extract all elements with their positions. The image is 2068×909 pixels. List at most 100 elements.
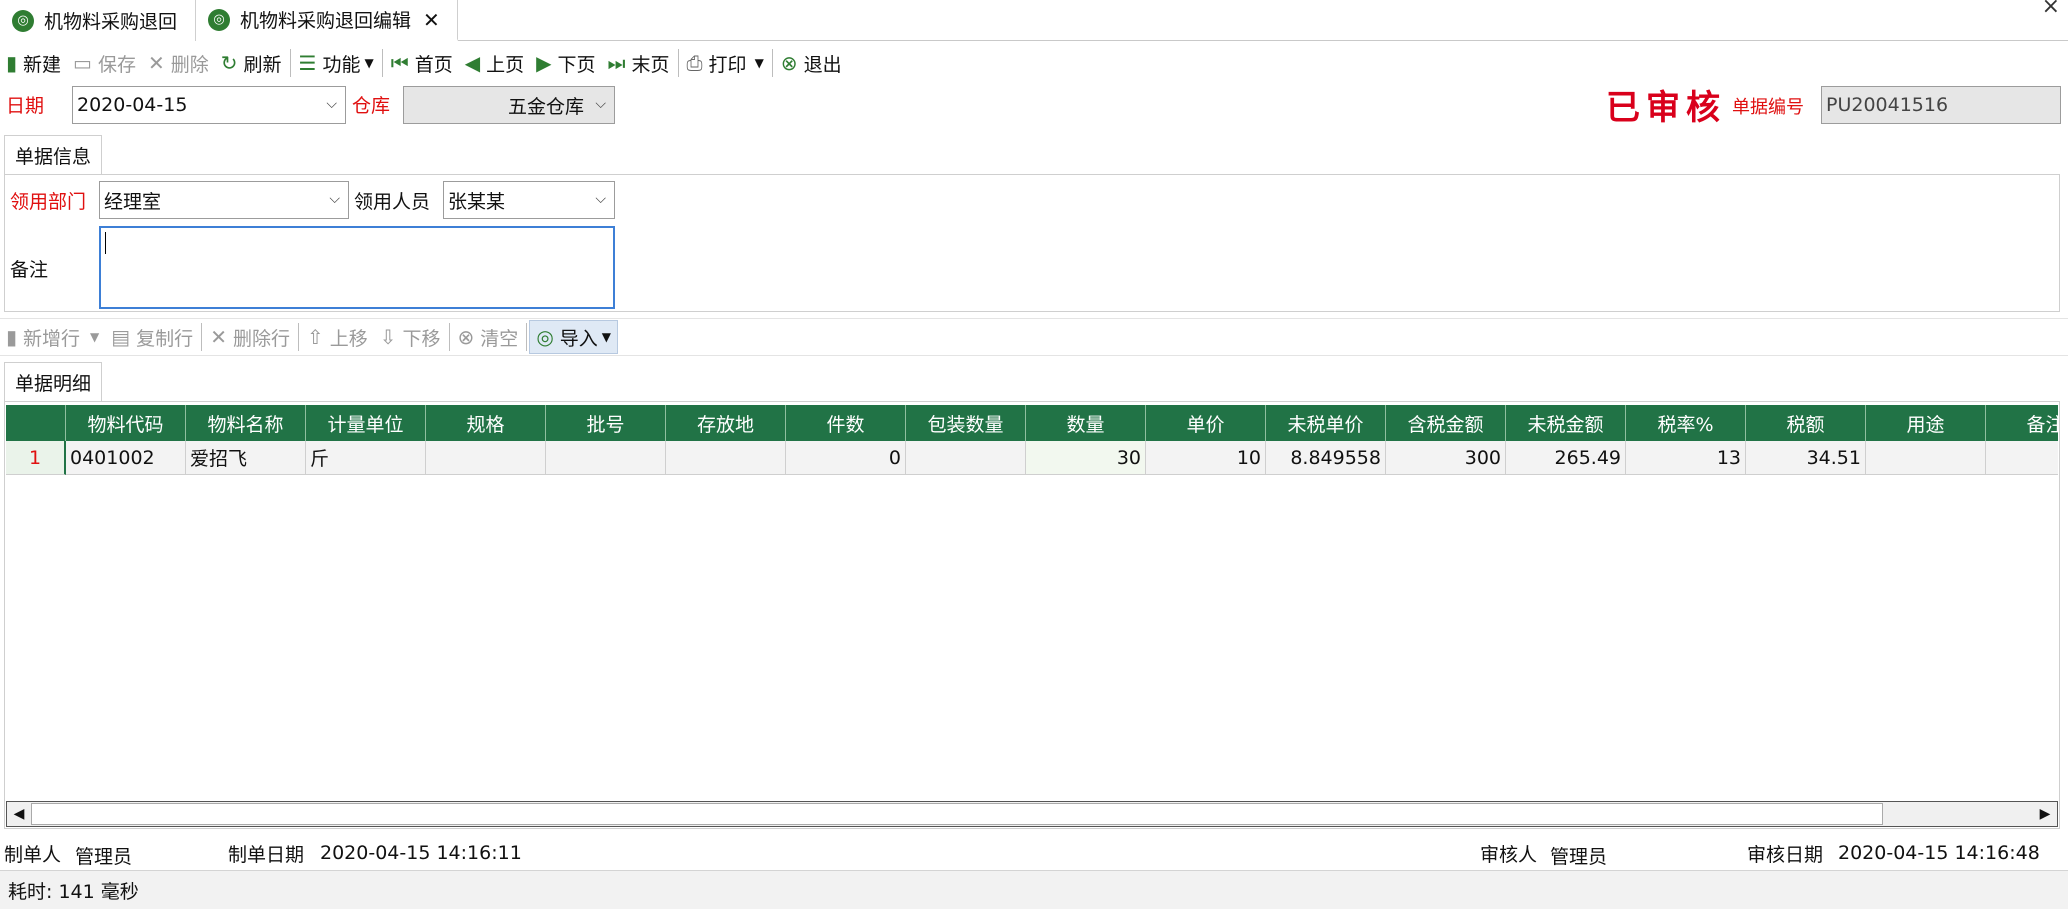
column-header[interactable]: 用途 (1866, 405, 1986, 441)
tab-doc-detail[interactable]: 单据明细 (4, 362, 102, 402)
add-row-icon: ▮ (6, 325, 18, 349)
column-header[interactable]: 未税单价 (1266, 405, 1386, 441)
column-header[interactable]: 件数 (786, 405, 906, 441)
person-select[interactable]: 张某某 ⌵ (443, 181, 615, 219)
toolbar-separator (201, 323, 203, 351)
move-down-label: 下移 (402, 327, 441, 350)
grid-toolbar: ▮ 新增行 ▼ ▤ 复制行 ✕ 删除行 ⇧ 上移 ⇩ 下移 ⊗ 清空 ◎ 导入 ▼ (0, 318, 2068, 356)
table-cell[interactable]: 34.51 (1746, 441, 1866, 475)
move-down-button[interactable]: ⇩ 下移 (374, 319, 447, 355)
column-header[interactable]: 数量 (1026, 405, 1146, 441)
column-header[interactable]: 批号 (546, 405, 666, 441)
new-button[interactable]: ▮ 新建 (0, 45, 67, 81)
dropdown-arrow-icon: ▼ (754, 56, 764, 70)
table-cell[interactable]: 0401002 (66, 441, 186, 475)
column-header[interactable]: 规格 (426, 405, 546, 441)
table-cell[interactable] (426, 441, 546, 475)
tab-purchase-return-edit[interactable]: ◎ 机物料采购退回编辑 ✕ (196, 0, 458, 41)
column-header[interactable]: 含税金额 (1386, 405, 1506, 441)
scroll-right-icon[interactable]: ▶ (2033, 802, 2057, 826)
copy-row-label: 复制行 (136, 327, 194, 350)
doc-info-label: 单据信息 (14, 146, 91, 168)
row-number[interactable]: 1 (6, 441, 66, 475)
move-up-button[interactable]: ⇧ 上移 (301, 319, 374, 355)
column-header[interactable]: 包装数量 (906, 405, 1026, 441)
functions-menu-button[interactable]: ☰ 功能 ▼ (293, 45, 380, 81)
toolbar-separator (526, 323, 528, 351)
close-window-icon[interactable]: × (2042, 0, 2060, 19)
delete-button[interactable]: ✕ 删除 (142, 45, 215, 81)
table-cell[interactable] (1986, 441, 2058, 475)
column-header[interactable]: 物料代码 (66, 405, 186, 441)
next-page-button[interactable]: ▶ 下页 (530, 45, 601, 81)
printer-icon: ⎙ (686, 51, 703, 75)
first-label: 首页 (414, 53, 453, 76)
table-cell[interactable] (1866, 441, 1986, 475)
add-row-button[interactable]: ▮ 新增行 ▼ (0, 319, 105, 355)
column-header[interactable]: 计量单位 (306, 405, 426, 441)
import-button[interactable]: ◎ 导入 ▼ (529, 320, 619, 354)
horizontal-scrollbar[interactable]: ◀ ▶ (6, 801, 2058, 827)
save-button[interactable]: ▭ 保存 (67, 45, 142, 81)
exit-label: 退出 (803, 53, 842, 76)
column-header[interactable]: 物料名称 (186, 405, 306, 441)
table-row[interactable]: 1 0401002 爱招飞斤 0 30 10 8.849558 300 265.49 13 34.5… (6, 441, 2058, 475)
exit-button[interactable]: ⊗ 退出 (775, 45, 848, 81)
date-field[interactable]: 2020-04-15 ⌵ (72, 86, 346, 124)
table-cell[interactable]: 斤 (306, 441, 426, 475)
person-label: 领用人员 (354, 191, 431, 213)
tab-doc-info[interactable]: 单据信息 (4, 135, 102, 175)
warehouse-label: 仓库 (352, 95, 391, 117)
refresh-button[interactable]: ↻ 刷新 (215, 45, 288, 81)
chevron-down-icon[interactable]: ⌵ (595, 191, 606, 207)
table-cell[interactable] (906, 441, 1026, 475)
table-cell[interactable]: 30 (1026, 441, 1146, 475)
globe-icon: ◎ (208, 8, 230, 31)
last-page-button[interactable]: ⏭ 末页 (602, 45, 676, 81)
list-icon: ☰ (298, 51, 317, 75)
table-cell[interactable]: 265.49 (1506, 441, 1626, 475)
column-header[interactable]: 未税金额 (1506, 405, 1626, 441)
main-toolbar: ▮ 新建 ▭ 保存 ✕ 删除 ↻ 刷新 ☰ 功能 ▼ ⏮ 首页 ◀ 上页 ▶ 下页 ⏭ 末页 ⎙ 打印… (0, 44, 2068, 82)
toolbar-separator (448, 323, 450, 351)
column-header[interactable]: 单价 (1146, 405, 1266, 441)
copy-row-button[interactable]: ▤ 复制行 (105, 319, 199, 355)
delete-row-button[interactable]: ✕ 删除行 (204, 319, 296, 355)
remark-textarea[interactable] (99, 226, 615, 309)
dept-select[interactable]: 经理室 ⌵ (99, 181, 349, 219)
scrollbar-thumb[interactable] (31, 803, 1883, 825)
save-icon: ▭ (73, 51, 92, 75)
chevron-down-icon[interactable]: ⌵ (595, 96, 606, 112)
column-header[interactable]: 存放地 (666, 405, 786, 441)
delete-label: 删除 (170, 53, 209, 76)
column-header[interactable]: 备注 (1986, 405, 2058, 441)
column-header[interactable]: 税率% (1626, 405, 1746, 441)
tab-purchase-return-list[interactable]: ◎ 机物料采购退回 (0, 0, 196, 41)
warehouse-select[interactable]: 五金仓库 ⌵ (403, 86, 615, 124)
date-label: 日期 (6, 95, 45, 117)
clear-button[interactable]: ⊗ 清空 (452, 319, 525, 355)
column-header[interactable]: 税额 (1746, 405, 1866, 441)
chevron-down-icon[interactable]: ⌵ (326, 96, 337, 112)
table-cell[interactable]: 8.849558 (1266, 441, 1386, 475)
detail-grid: 物料代码 物料名称 计量单位 规格 批号 存放地 件数 包装数量 数量 单价 未税单价 含税金额 未税金… (6, 405, 2058, 475)
prev-page-button[interactable]: ◀ 上页 (459, 45, 530, 81)
chevron-down-icon[interactable]: ⌵ (329, 191, 340, 207)
table-cell[interactable]: 0 (786, 441, 906, 475)
tab-bar: ◎ 机物料采购退回 ◎ 机物料采购退回编辑 ✕ (0, 0, 2068, 41)
close-tab-icon[interactable]: ✕ (423, 8, 440, 32)
docno-field[interactable]: PU20041516 (1821, 86, 2061, 124)
scroll-left-icon[interactable]: ◀ (7, 802, 31, 826)
table-cell[interactable] (666, 441, 786, 475)
table-cell[interactable]: 10 (1146, 441, 1266, 475)
table-cell[interactable]: 13 (1626, 441, 1746, 475)
first-page-button[interactable]: ⏮ 首页 (385, 45, 459, 81)
clear-icon: ⊗ (457, 325, 475, 349)
first-page-icon: ⏮ (390, 51, 409, 75)
table-cell[interactable]: 爱招飞 (186, 441, 306, 475)
print-button[interactable]: ⎙ 打印 ▼ (681, 45, 770, 81)
tab-label: 机物料采购退回 (44, 11, 178, 33)
table-cell[interactable]: 300 (1386, 441, 1506, 475)
toolbar-separator (381, 49, 383, 77)
table-cell[interactable] (546, 441, 666, 475)
